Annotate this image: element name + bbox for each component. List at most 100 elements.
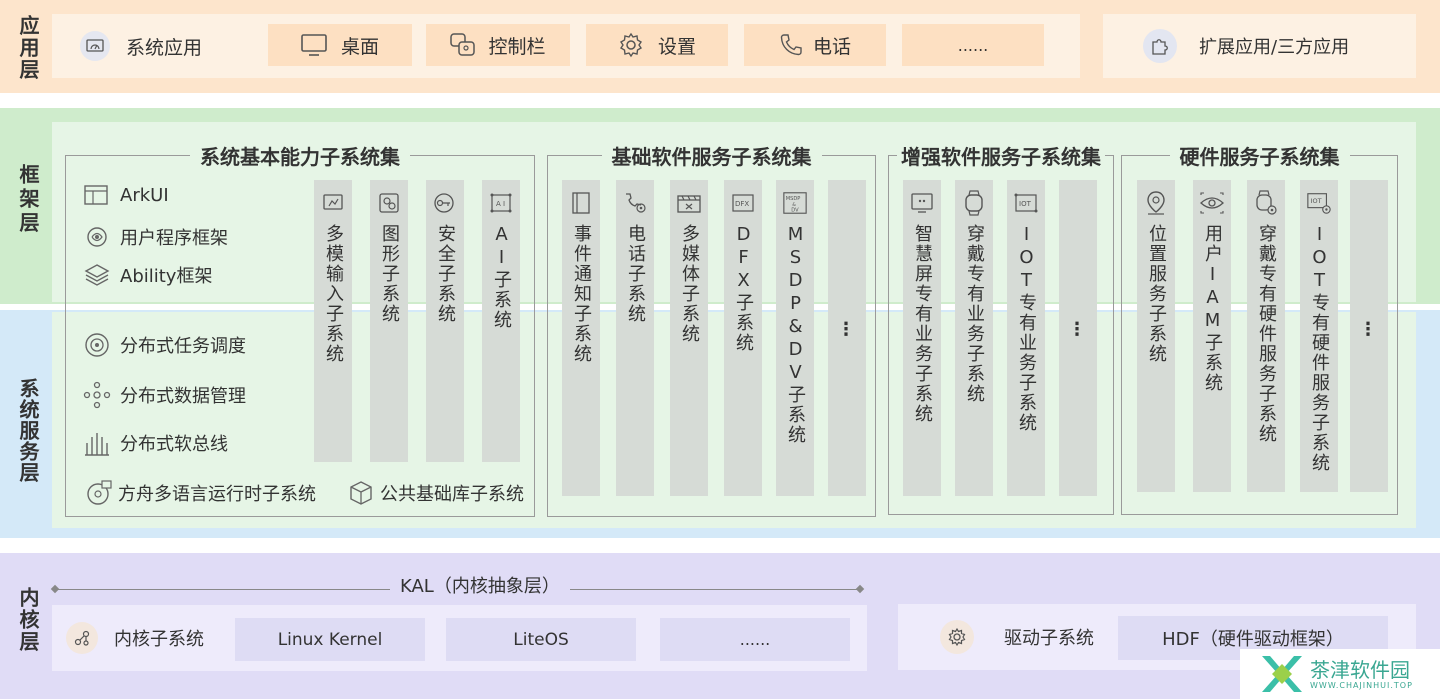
gear-icon [618,32,644,58]
basic-item-user-program-framework-label: 用户程序框架 [120,228,228,249]
kernel-liteos[interactable]: LiteOS [446,618,636,661]
col-wearable-hardware[interactable]: 穿戴专有硬件服务子系统 [1247,180,1285,492]
basic-item-ability-framework-label: Ability框架 [120,266,213,287]
kernel-icon [66,622,98,654]
col-wearable[interactable]: 穿戴专有业务子系统 [955,180,993,496]
basic-item-common-lib[interactable]: 公共基础库子系统 [346,478,524,508]
svg-text:IOT: IOT [1311,197,1322,205]
watermark-logo-icon [1258,652,1302,696]
col-iot-label: IOT专有业务子系统 [1016,224,1037,433]
kernel-liteos-label: LiteOS [513,629,569,650]
col-security[interactable]: 安全子系统 [426,180,464,462]
app-control-bar-label: 控制栏 [488,35,546,58]
app-phone[interactable]: 电话 [744,24,886,66]
app-phone-label: 电话 [812,35,851,58]
hdf-framework-label: HDF（硬件驱动框架） [1162,629,1344,650]
col-telephony[interactable]: 电话子系统 [616,180,654,496]
col-smart-screen-label: 智慧屏专有业务子系统 [912,224,933,424]
kernel-linux[interactable]: Linux Kernel [235,618,425,661]
col-location[interactable]: 位置服务子系统 [1137,180,1175,492]
app-desktop[interactable]: 桌面 [268,24,412,66]
basic-item-ark-runtime[interactable]: 方舟多语言运行时子系统 [84,478,316,508]
driver-subsystem-label: 驱动子系统 [1004,628,1094,649]
basic-item-user-program-framework[interactable]: 用户程序框架 [82,222,228,252]
monitor-icon [301,34,327,56]
kal-label: KAL（内核抽象层） [390,572,570,598]
input-icon [320,190,346,216]
col-msdp-dv[interactable]: MSDP & DV MSDP&DV子系统 [776,180,814,496]
gauge-icon [80,31,110,61]
media-icon [676,190,702,216]
svg-text:DFX: DFX [735,200,749,208]
col-ai-label: AI子系统 [491,224,512,330]
app-control-bar[interactable]: 控制栏 [426,24,570,66]
col-enhanced-more-label: ⋮ [1068,319,1088,340]
col-wearable-hardware-label: 穿戴专有硬件服务子系统 [1256,224,1277,444]
group-software-title: 基础软件服务子系统集 [548,141,875,170]
app-layer-label-text: 应用层 [16,15,40,81]
kernel-more-label: ...... [739,630,771,649]
cube-icon [346,478,376,508]
location-icon [1143,190,1169,216]
col-multimedia[interactable]: 多媒体子系统 [670,180,708,496]
driver-subsystem[interactable]: 驱动子系统 [940,615,1110,659]
kernel-subsystem[interactable]: 内核子系统 [66,616,226,660]
key-icon [432,190,458,216]
svg-text:IOT: IOT [1019,200,1032,208]
col-software-more[interactable]: ⋮ [828,180,866,496]
app-system-apps[interactable]: 系统应用 [72,24,252,68]
watermark: 茶津软件园 WWW.CHAJINHUI.TOP [1240,649,1440,699]
basic-item-distributed-data[interactable]: 分布式数据管理 [82,380,246,410]
col-wearable-label: 穿戴专有业务子系统 [964,224,985,404]
iot-gear-icon: IOT [1306,190,1332,216]
col-event-notification-label: 事件通知子系统 [571,224,592,364]
col-event-notification[interactable]: 事件通知子系统 [562,180,600,496]
col-multimodal-input[interactable]: 多模输入子系统 [314,180,352,462]
col-iot-hardware-label: IOT专有硬件服务子系统 [1309,224,1330,473]
network-icon [82,380,112,410]
schedule-icon [82,330,112,360]
basic-item-ability-framework[interactable]: Ability框架 [82,260,212,290]
col-graphics[interactable]: 图形子系统 [370,180,408,462]
layout-icon [82,180,112,210]
col-user-iam-label: 用户IAM子系统 [1202,224,1223,393]
svg-text:DV: DV [791,207,799,213]
group-enhanced-title: 增强软件服务子系统集 [889,141,1113,170]
col-multimedia-label: 多媒体子系统 [679,224,700,344]
group-hardware-title: 硬件服务子系统集 [1122,141,1397,170]
service-layer-label: 系统服务层 [2,350,54,510]
col-graphics-label: 图形子系统 [379,224,400,324]
app-layer-band: 应用层 系统应用 桌面 控制栏 设置 电话 ...... 扩展应用/三方应用 [0,0,1440,93]
col-iot[interactable]: IOT IOT专有业务子系统 [1007,180,1045,496]
app-desktop-label: 桌面 [340,35,379,58]
iot-icon: IOT [1013,190,1039,216]
app-system-apps-label: 系统应用 [126,36,203,59]
basic-item-soft-bus[interactable]: 分布式软总线 [82,428,228,458]
app-more[interactable]: ...... [902,24,1044,66]
graphics-icon [376,190,402,216]
group-basic-title: 系统基本能力子系统集 [66,141,534,170]
col-hardware-more[interactable]: ⋮ [1350,180,1388,492]
brain-icon [82,222,112,252]
msdp-icon: MSDP & DV [782,190,808,216]
col-location-label: 位置服务子系统 [1146,224,1167,364]
col-multimodal-input-label: 多模输入子系统 [323,224,344,364]
col-enhanced-more[interactable]: ⋮ [1059,180,1097,496]
col-smart-screen[interactable]: 智慧屏专有业务子系统 [903,180,941,496]
col-iot-hardware[interactable]: IOT IOT专有硬件服务子系统 [1300,180,1338,492]
watermark-sub: WWW.CHAJINHUI.TOP [1310,680,1413,690]
basic-item-arkui[interactable]: ArkUI [82,180,169,210]
svg-text:MSDP: MSDP [786,196,801,202]
col-ai[interactable]: A I AI子系统 [482,180,520,462]
app-settings[interactable]: 设置 [586,24,728,66]
col-user-iam[interactable]: 用户IAM子系统 [1193,180,1231,492]
basic-item-distributed-scheduling[interactable]: 分布式任务调度 [82,330,246,360]
app-extension[interactable]: 扩展应用/三方应用 [1103,14,1416,78]
svg-text:A I: A I [496,200,505,208]
kernel-more[interactable]: ...... [660,618,850,661]
app-layer-label: 应用层 [2,8,54,88]
watch-gear-icon [1253,190,1279,216]
col-dfx[interactable]: DFX DFX子系统 [724,180,762,496]
bus-icon [82,428,112,458]
service-layer-label-text: 系统服务层 [16,377,40,483]
